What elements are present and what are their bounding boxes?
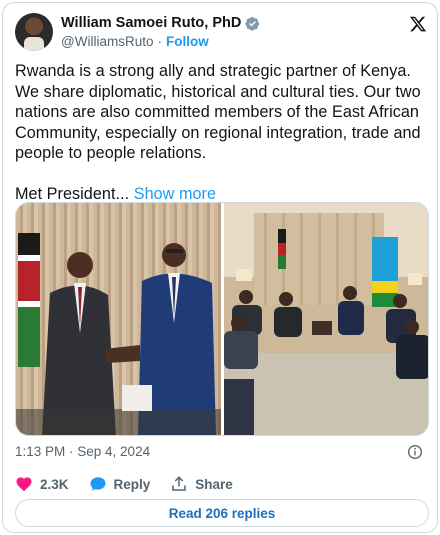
tweet-actions: 2.3K Reply Share: [15, 475, 233, 493]
tweet-header: William Samoei Ruto, PhD @WilliamsRuto ·…: [15, 11, 427, 53]
photo-handshake-illustration: [16, 233, 221, 435]
share-icon: [172, 476, 187, 491]
like-button[interactable]: 2.3K: [15, 475, 69, 493]
handle-separator: ·: [157, 34, 162, 49]
show-more-link[interactable]: Show more: [134, 185, 216, 203]
photo-meeting-illustration: [224, 213, 428, 435]
like-count: 2.3K: [40, 476, 69, 492]
share-label: Share: [195, 476, 233, 492]
tweet-paragraph-1: Rwanda is a strong ally and strategic pa…: [15, 62, 421, 162]
photo-handshake[interactable]: [16, 203, 221, 435]
reply-label: Reply: [113, 476, 151, 492]
read-replies-button[interactable]: Read 206 replies: [15, 499, 429, 527]
author-handle-row: @WilliamsRuto · Follow: [61, 34, 209, 49]
reply-button[interactable]: Reply: [89, 475, 151, 493]
tweet-paragraph-2: Met President... Show more: [15, 184, 429, 205]
tweet-timestamp[interactable]: 1:13 PM · Sep 4, 2024: [15, 444, 150, 459]
share-button[interactable]: Share: [170, 475, 233, 493]
tweet-truncated-text: Met President...: [15, 184, 134, 203]
photo-meeting[interactable]: [224, 203, 428, 435]
tweet-body: Rwanda is a strong ally and strategic pa…: [15, 61, 429, 204]
verified-badge-icon: [245, 16, 260, 31]
author-display-name[interactable]: William Samoei Ruto, PhD: [61, 15, 241, 31]
author-handle[interactable]: @WilliamsRuto: [61, 34, 153, 49]
tweet-media-grid: [15, 202, 429, 436]
author-avatar[interactable]: [15, 13, 53, 51]
heart-icon: [16, 477, 32, 492]
info-icon[interactable]: [407, 444, 423, 460]
tweet-card: William Samoei Ruto, PhD @WilliamsRuto ·…: [2, 2, 438, 533]
follow-button[interactable]: Follow: [166, 34, 209, 49]
author-name-row: William Samoei Ruto, PhD: [61, 15, 260, 31]
speech-bubble-icon: [90, 477, 106, 491]
x-logo-icon[interactable]: [409, 15, 427, 33]
